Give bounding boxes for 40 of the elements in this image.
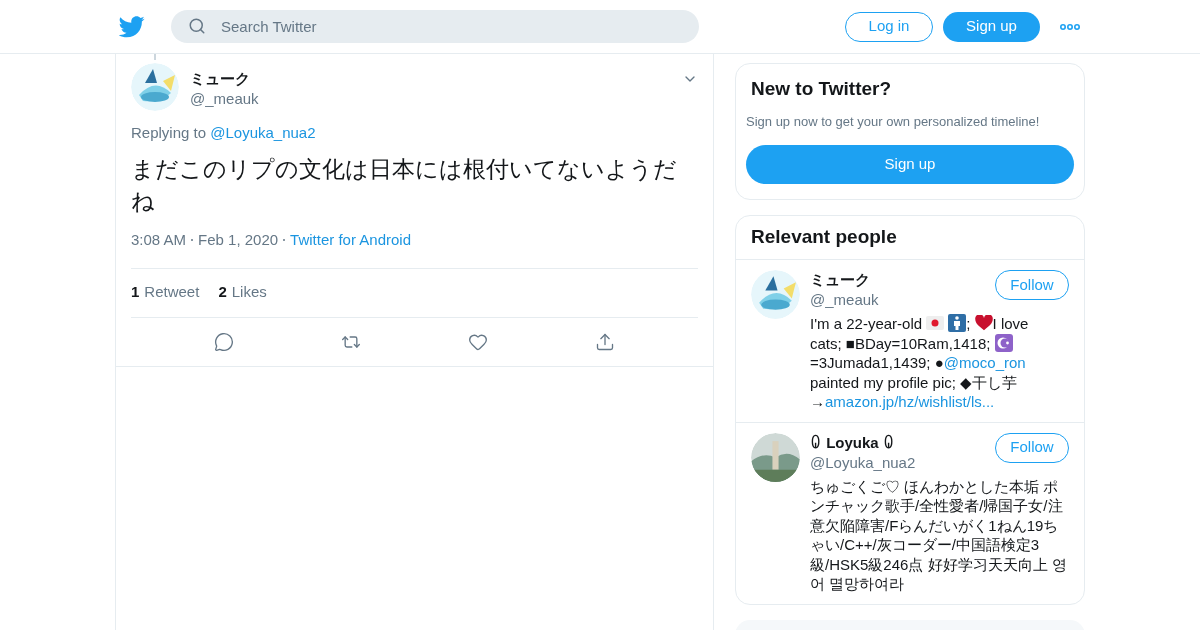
man-icon (948, 314, 967, 332)
card-title: New to Twitter? (750, 77, 893, 101)
search-icon (188, 17, 206, 35)
card-title: Relevant people (736, 216, 1084, 260)
signup-button[interactable]: Sign up (943, 11, 1040, 42)
person-handle: @_meauk (810, 290, 879, 310)
tweet-text: まだこのリプの文化は日本には根付いてないようだね (131, 155, 678, 216)
stat-label: Retweet (144, 282, 200, 303)
person-handle: @Loyuka_nua2 (810, 452, 916, 473)
author-name: ミューク (190, 69, 251, 89)
reply-icon[interactable] (214, 331, 235, 352)
author-handle: @_meauk (190, 89, 259, 109)
heart-icon (974, 315, 993, 331)
tweet-date: Feb 1, 2020 (198, 230, 279, 250)
person-name[interactable]: ꐎ Loyuka ꐎ (810, 432, 916, 453)
avatar (751, 432, 800, 482)
search-field[interactable]: Search Twitter (171, 10, 699, 43)
avatar (751, 270, 800, 319)
moon-icon (994, 333, 1013, 352)
bio-link[interactable]: @moco_ron (943, 354, 1026, 371)
stat-link[interactable]: 1 Retweet (131, 281, 200, 304)
stat-label: Likes (231, 282, 267, 303)
bird-logo[interactable] (119, 15, 145, 38)
profile-bio: I'm a 22-year-old ; I love cats; ■BDay=10Ram,1418; =3Jumada1,1439; ●@moco_ron painted my profile pic; ◆干し芋 →amazon.jp/hz/wishlist/ls... (810, 314, 1030, 412)
signup-text: Sign up now to get your own personalized timeline! (746, 112, 1041, 131)
tweet-time: 3:08 AM (131, 230, 187, 250)
flag-icon (926, 316, 945, 330)
source-link[interactable]: Twitter for Android (290, 229, 411, 252)
profile-bio: ちゅごくご♡ ほんわかとした本垢 ポンチャック歌手/全性愛者/帰国子女/注意欠陥障害/Fらんだいがく1ねん19ちゃい/C++/灰コーダー/中国語検定3級/HSK5級246点 好好学习天天向上 영어 멸망하여라 (810, 476, 1068, 594)
avatar (131, 63, 179, 111)
bio-link[interactable]: amazon.jp/hz/wishlist/ls... (825, 393, 995, 410)
signup-button[interactable]: Sign up (746, 145, 1074, 184)
replying-label: Replying to (131, 124, 207, 141)
mention-link[interactable]: @Loyuka_nua2 (210, 124, 316, 141)
more-icon[interactable] (1060, 23, 1080, 30)
stat-count: 2 (218, 282, 227, 303)
share-icon[interactable] (594, 331, 615, 352)
stat-count: 1 (131, 282, 140, 303)
person-name[interactable]: ミューク (810, 270, 879, 290)
stat-link[interactable]: 2 Likes (218, 281, 267, 304)
